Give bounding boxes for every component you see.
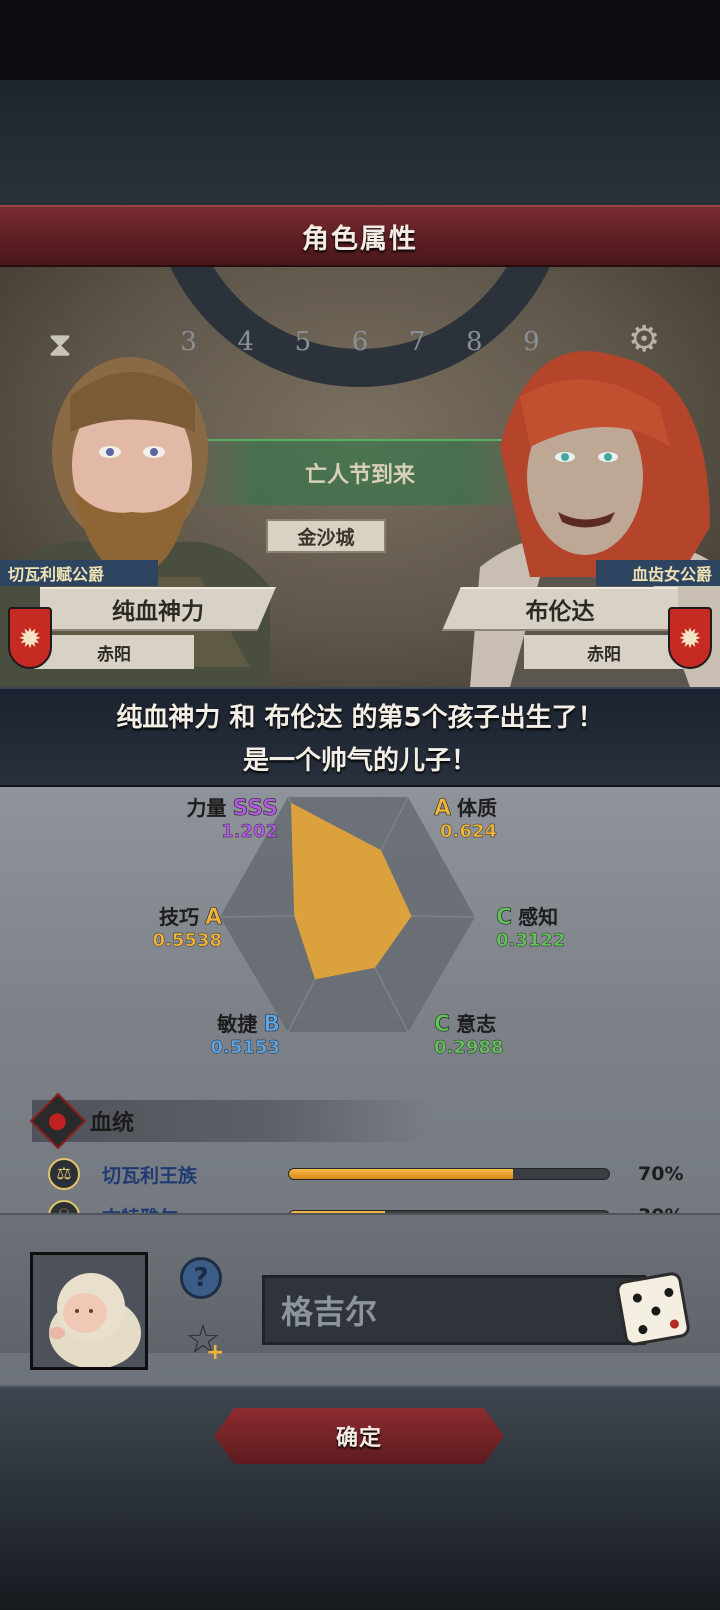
parents-scene: 3 4 5 6 7 8 9 ⧗ ⚙ 亡人节到来 金沙城 切瓦利赋公爵 血齿女公爵… <box>0 267 720 687</box>
stat-constitution: A 体质 0.624 <box>434 796 498 843</box>
child-name-input[interactable]: 格吉尔 <box>262 1275 646 1345</box>
sun-crest-icon: ✹ <box>8 607 52 669</box>
lineage-name: 切瓦利王族 <box>102 1164 198 1187</box>
baby-portrait <box>30 1252 148 1370</box>
father-title: 切瓦利赋公爵 <box>0 560 158 586</box>
lineage-bar-fill <box>289 1169 513 1179</box>
lineage-percent: 70% <box>638 1163 684 1185</box>
stat-agility: 敏捷 B 0.5153 <box>210 1012 280 1059</box>
confirm-button[interactable]: 确定 <box>214 1408 504 1464</box>
dice-randomize-button[interactable] <box>614 1270 692 1348</box>
page-title: 角色属性 <box>302 223 418 255</box>
bloodline-header: ● 血统 <box>29 1092 432 1150</box>
title-bar: 角色属性 <box>0 205 720 267</box>
announcement-line1: 纯血神力 和 布伦达 的第5个孩子出生了！ <box>116 703 604 733</box>
stat-skill: 技巧 A 0.5538 <box>152 905 222 952</box>
city-label: 金沙城 <box>266 519 386 553</box>
sun-crest-icon: ✹ <box>668 607 712 669</box>
stat-strength: 力量 SSS 1.202 <box>186 796 278 843</box>
header-background <box>0 80 720 205</box>
blood-drop-icon: ● <box>29 1092 87 1150</box>
attribute-radar <box>219 796 476 1033</box>
scales-icon: ⚖ <box>48 1158 80 1190</box>
mother-name: 布伦达 <box>442 587 678 631</box>
stat-perception: C 感知 0.3122 <box>496 905 566 952</box>
bloodline-title: 血统 <box>90 1111 135 1136</box>
help-button[interactable]: ? <box>180 1257 222 1299</box>
announcement-line2: 是一个帅气的儿子！ <box>242 746 477 776</box>
lineage-bar <box>288 1168 610 1180</box>
stat-will: C 意志 0.2988 <box>434 1012 504 1059</box>
plus-icon: + <box>206 1340 225 1365</box>
status-area <box>0 0 720 80</box>
father-name: 纯血神力 <box>40 587 276 631</box>
confirm-label: 确定 <box>335 1426 382 1451</box>
mother-title: 血齿女公爵 <box>596 560 720 586</box>
birth-announcement: 纯血神力 和 布伦达 的第5个孩子出生了！ 是一个帅气的儿子！ <box>0 687 720 787</box>
event-banner-text: 亡人节到来 <box>304 463 415 488</box>
lineage-row: ⚖ 切瓦利王族 70% <box>48 1155 698 1193</box>
father-faction: 赤阳 <box>34 635 194 669</box>
mother-faction: 赤阳 <box>524 635 684 669</box>
